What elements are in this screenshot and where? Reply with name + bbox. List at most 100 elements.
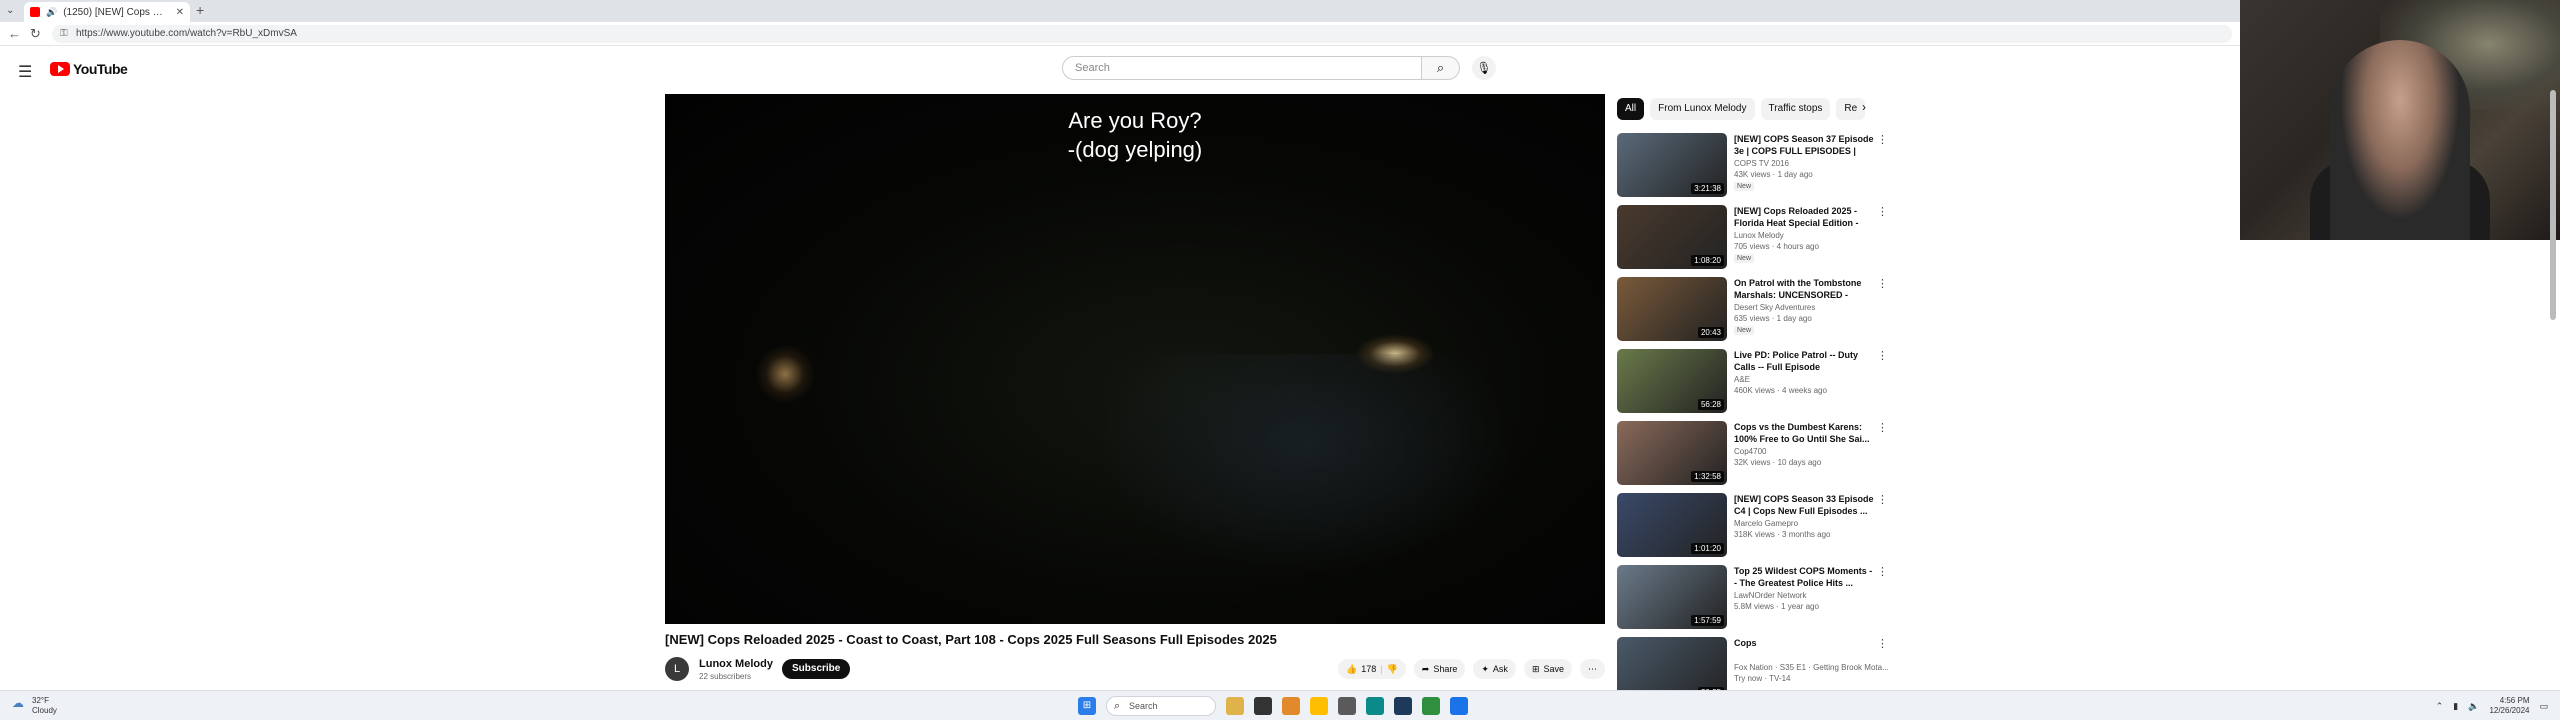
file-explorer-icon[interactable] [1254,697,1272,715]
recommendation-channel[interactable]: Fox Nation · S35 E1 · Getting Brook Mota… [1734,663,1889,672]
network-icon[interactable]: ▮ [2453,701,2458,712]
video-thumbnail[interactable]: 56:28 [1617,349,1727,413]
more-actions-button[interactable]: ⋯ [1580,659,1605,679]
app-icon[interactable] [1394,697,1412,715]
more-vert-icon[interactable]: ⋮ [1877,277,1888,290]
thumbs-up-icon: 👍 [1345,663,1358,674]
video-thumbnail[interactable]: 3:21:38 [1617,133,1727,197]
video-duration: 1:57:59 [1691,615,1724,626]
task-view-icon[interactable] [1226,697,1244,715]
chip-from-channel[interactable]: From Lunox Melody [1650,98,1755,120]
search-button[interactable]: ⌕ [1422,56,1460,80]
more-vert-icon[interactable]: ⋮ [1877,133,1888,146]
tab-title: (1250) [NEW] Cops Reloade... [63,6,169,18]
tab-list-icon[interactable]: ⌄ [6,5,14,16]
speaker-icon[interactable]: 🔊 [46,7,57,18]
more-vert-icon[interactable]: ⋮ [1877,349,1888,362]
recommendation-channel[interactable]: LawNOrder Network [1734,591,1806,600]
page-scrollbar[interactable] [2550,90,2556,320]
more-vert-icon[interactable]: ⋮ [1877,493,1888,506]
recommendation-item[interactable]: 20:43 On Patrol with the Tombstone Marsh… [1617,277,1889,349]
recommendation-meta: 460K views · 4 weeks ago [1734,386,1827,395]
app-icon[interactable] [1282,697,1300,715]
youtube-logo-text: YouTube [73,61,128,77]
recommendation-meta: 318K views · 3 months ago [1734,530,1831,539]
new-tab-button[interactable]: + [196,2,204,18]
recommendation-item[interactable]: 1:08:20 [NEW] Cops Reloaded 2025 - Flori… [1617,205,1889,277]
recommendation-item[interactable]: 1:32:58 Cops vs the Dumbest Karens: 100%… [1617,421,1889,493]
save-label: Save [1543,664,1564,674]
more-vert-icon[interactable]: ⋮ [1877,637,1888,650]
more-vert-icon[interactable]: ⋮ [1877,421,1888,434]
save-button[interactable]: ⊞ Save [1523,659,1572,679]
browser-tab[interactable]: 🔊 (1250) [NEW] Cops Reloade... ✕ [24,2,190,22]
chevron-up-icon[interactable]: ⌃ [2436,701,2444,712]
chip-traffic-stops[interactable]: Traffic stops [1760,98,1831,120]
address-bar-row: ← ↻ ⚿ https://www.youtube.com/watch?v=Rb… [0,22,2560,46]
recommendation-title[interactable]: [NEW] COPS Season 37 Episode 3e | COPS F… [1734,133,1874,157]
taskbar-search[interactable]: Search [1106,696,1216,716]
recommendation-channel[interactable]: Desert Sky Adventures [1734,303,1815,312]
video-thumbnail[interactable]: 20:43 [1617,277,1727,341]
video-duration: 20:43 [1697,327,1724,338]
light-glow-left [755,344,815,404]
close-tab-icon[interactable]: ✕ [176,7,184,18]
video-thumbnail[interactable]: 1:08:20 [1617,205,1727,269]
chip-related[interactable]: Re [1836,98,1866,120]
share-label: Share [1433,664,1458,674]
recommendation-title[interactable]: On Patrol with the Tombstone Marshals: U… [1734,277,1874,301]
recommendation-meta: 635 views · 1 day ago [1734,314,1812,323]
search-input[interactable]: Search [1062,56,1422,80]
video-player[interactable]: Are you Roy? -(dog yelping) [665,94,1605,624]
chrome-browser-icon[interactable] [1450,697,1468,715]
recommendation-title[interactable]: [NEW] Cops Reloaded 2025 - Florida Heat … [1734,205,1874,229]
windows-start-icon[interactable]: ⊞ [1078,697,1096,715]
folder-icon[interactable] [1310,697,1328,715]
clock[interactable]: 4:56 PM 12/26/2024 [2489,696,2529,716]
recommendation-title[interactable]: Cops [1734,637,1874,649]
recommendation-title[interactable]: Top 25 Wildest COPS Moments -- The Great… [1734,565,1874,589]
recommendation-title[interactable]: Cops vs the Dumbest Karens: 100% Free to… [1734,421,1874,445]
recommendation-item[interactable]: 1:57:59 Top 25 Wildest COPS Moments -- T… [1617,565,1889,637]
recommendation-channel[interactable]: Marcelo Gamepro [1734,519,1798,528]
back-icon[interactable]: ← [8,26,21,41]
chevron-right-icon[interactable]: › [1862,100,1866,114]
notification-icon[interactable]: ▭ [2539,701,2548,712]
weather-widget[interactable]: ☁ 32°F Cloudy [12,696,57,716]
more-vert-icon[interactable]: ⋮ [1877,205,1888,218]
volume-icon[interactable]: 🔈 [2468,701,2479,712]
video-duration: 1:32:58 [1691,471,1724,482]
recommendation-item[interactable]: 1:01:20 [NEW] COPS Season 33 Episode C4 … [1617,493,1889,565]
thumbs-down-icon[interactable]: 👎 [1387,664,1398,675]
recommendation-item[interactable]: 3:21:38 [NEW] COPS Season 37 Episode 3e … [1617,133,1889,205]
recommendation-item[interactable]: 56:28 Live PD: Police Patrol -- Duty Cal… [1617,349,1889,421]
recommendation-channel[interactable]: Lunox Melody [1734,231,1784,240]
chip-all[interactable]: All [1617,98,1645,120]
video-thumbnail[interactable]: 1:32:58 [1617,421,1727,485]
channel-avatar[interactable]: L [665,657,689,681]
subscribe-button[interactable]: Subscribe [782,659,851,679]
reload-icon[interactable]: ↻ [30,26,41,42]
hamburger-icon[interactable]: ☰ [18,62,32,82]
video-thumbnail[interactable]: 1:01:20 [1617,493,1727,557]
channel-name[interactable]: Lunox Melody [699,658,773,670]
mic-button[interactable]: 🎙 [1472,56,1496,80]
recommendation-channel[interactable]: COPS TV 2016 [1734,159,1789,168]
terminal-icon[interactable] [1338,697,1356,715]
youtube-logo[interactable]: YouTube [50,61,128,77]
app-icon[interactable] [1422,697,1440,715]
recommendation-title[interactable]: [NEW] COPS Season 33 Episode C4 | Cops N… [1734,493,1874,517]
video-thumbnail[interactable]: 1:57:59 [1617,565,1727,629]
url-field[interactable]: ⚿ https://www.youtube.com/watch?v=RbU_xD… [52,25,2232,43]
caption-line-2: -(dog yelping) [1067,137,1203,162]
cloud-icon: ☁ [12,696,24,710]
save-icon: ⊞ [1531,663,1540,674]
more-vert-icon[interactable]: ⋮ [1877,565,1888,578]
recommendation-channel[interactable]: Cop4700 [1734,447,1766,456]
edge-browser-icon[interactable] [1366,697,1384,715]
recommendation-channel[interactable]: A&E [1734,375,1750,384]
share-button[interactable]: ➦ Share [1413,659,1466,679]
recommendation-title[interactable]: Live PD: Police Patrol -- Duty Calls -- … [1734,349,1874,373]
ask-button[interactable]: ✦ Ask [1473,659,1516,679]
like-button[interactable]: 👍 178 | 👎 [1337,659,1406,679]
